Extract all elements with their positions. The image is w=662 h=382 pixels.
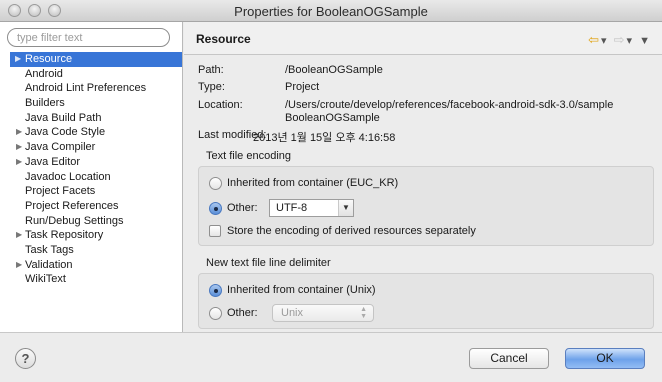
encoding-combo[interactable]: UTF-8 ▼ (269, 199, 354, 217)
tree-item-validation[interactable]: ▶ Validation (0, 258, 182, 273)
tree-item-label: WikiText (25, 273, 66, 286)
tree-item-label: Run/Debug Settings (25, 214, 124, 227)
type-label: Type: (198, 81, 225, 93)
ok-button[interactable]: OK (565, 348, 645, 369)
filter-input[interactable] (7, 28, 170, 47)
expand-arrow-icon[interactable]: ▶ (16, 228, 22, 243)
tree-item-javadoc-location[interactable]: Javadoc Location (0, 170, 182, 185)
tree-item-project-references[interactable]: Project References (0, 199, 182, 214)
encoding-inherited-label: Inherited from container (EUC_KR) (227, 177, 399, 189)
tree-item-label: Java Editor (25, 155, 81, 168)
path-label: Path: (198, 64, 224, 76)
chevron-down-icon[interactable]: ▼ (338, 200, 353, 216)
tree-item-label: Resource (25, 53, 73, 65)
tree-item-java-code-style[interactable]: ▶ Java Code Style (0, 125, 182, 140)
delimiter-group: Inherited from container (Unix) Other: U… (198, 273, 654, 329)
page-header: Resource ⇦▾ ⇨▾ ▼ (184, 22, 662, 55)
expand-arrow-icon[interactable]: ▶ (16, 140, 22, 155)
tree-item-wikitext[interactable]: WikiText (0, 272, 182, 287)
tree-item-label: Android (25, 67, 63, 80)
expand-arrow-icon[interactable]: ▶ (16, 125, 22, 140)
properties-dialog: Properties for BooleanOGSample ▶ Resource… (0, 0, 662, 382)
tree-item-java-editor[interactable]: ▶ Java Editor (0, 155, 182, 170)
modified-value: 2013년 1월 15일 오후 4:16:58 (253, 132, 396, 144)
tree-item-task-tags[interactable]: Task Tags (0, 243, 182, 258)
sidebar: ▶ Resource Android Android Lint Preferenc… (0, 22, 183, 332)
encoding-group-title: Text file encoding (206, 150, 291, 162)
encoding-other-label: Other: (227, 202, 258, 214)
tree-item-resource[interactable]: ▶ Resource (10, 52, 182, 67)
location-value-line1: /Users/croute/develop/references/faceboo… (285, 99, 614, 111)
title-bar: Properties for BooleanOGSample (0, 0, 662, 22)
expand-arrow-icon[interactable]: ▶ (16, 155, 22, 170)
delimiter-other-radio[interactable] (209, 307, 222, 320)
delimiter-inherited-label: Inherited from container (Unix) (227, 284, 376, 296)
tree-item-label: Java Code Style (25, 126, 106, 139)
page-nav: ⇦▾ ⇨▾ ▼ (588, 32, 652, 48)
property-page: Resource ⇦▾ ⇨▾ ▼ Path: /BooleanOGSample … (184, 22, 662, 332)
expand-arrow-icon[interactable]: ▶ (16, 258, 22, 273)
dialog-footer: ? Cancel OK (0, 332, 662, 382)
back-arrow-icon[interactable]: ⇦ (588, 32, 601, 47)
encoding-other-radio[interactable] (209, 202, 222, 215)
tree-item-label: Project Facets (25, 185, 96, 198)
location-value-line2: BooleanOGSample (285, 112, 380, 124)
tree-item-label: Project References (25, 199, 119, 212)
property-page-tree: ▶ Resource Android Android Lint Preferenc… (0, 52, 182, 287)
delimiter-group-title: New text file line delimiter (206, 257, 331, 269)
delimiter-popup-value: Unix (281, 307, 304, 319)
store-encoding-checkbox[interactable] (209, 225, 221, 237)
encoding-inherited-radio[interactable] (209, 177, 222, 190)
tree-item-label: Java Build Path (25, 111, 102, 124)
back-dropdown-icon[interactable]: ▾ (601, 35, 609, 47)
tree-item-java-build-path[interactable]: Java Build Path (0, 111, 182, 126)
updown-chevron-icon: ▲ ▼ (360, 306, 367, 320)
tree-item-run-debug-settings[interactable]: Run/Debug Settings (0, 214, 182, 229)
delimiter-popup[interactable]: Unix ▲ ▼ (272, 304, 374, 322)
store-encoding-label: Store the encoding of derived resources … (227, 225, 476, 237)
tree-item-label: Task Repository (25, 229, 104, 242)
delimiter-inherited-radio[interactable] (209, 284, 222, 297)
tree-item-label: Javadoc Location (25, 170, 111, 183)
tree-item-android[interactable]: Android (0, 67, 182, 82)
tree-item-label: Android Lint Preferences (25, 82, 147, 95)
location-label: Location: (198, 99, 243, 111)
tree-item-label: Validation (25, 258, 73, 271)
path-value: /BooleanOGSample (285, 64, 383, 76)
page-title: Resource (196, 32, 251, 46)
delimiter-other-label: Other: (227, 307, 258, 319)
expand-arrow-icon[interactable]: ▶ (15, 52, 21, 67)
tree-item-task-repository[interactable]: ▶ Task Repository (0, 228, 182, 243)
view-menu-icon[interactable]: ▼ (639, 35, 652, 47)
help-button[interactable]: ? (15, 348, 36, 369)
tree-item-builders[interactable]: Builders (0, 96, 182, 111)
tree-item-android-lint-preferences[interactable]: Android Lint Preferences (0, 81, 182, 96)
tree-item-label: Task Tags (25, 243, 74, 256)
tree-item-label: Builders (25, 97, 65, 110)
type-value: Project (285, 81, 320, 93)
cancel-button[interactable]: Cancel (469, 348, 549, 369)
forward-arrow-icon[interactable]: ⇨ (614, 32, 627, 47)
forward-dropdown-icon[interactable]: ▾ (627, 35, 635, 47)
encoding-combo-value: UTF-8 (276, 202, 308, 214)
tree-item-project-facets[interactable]: Project Facets (0, 184, 182, 199)
encoding-group: Inherited from container (EUC_KR) Other:… (198, 166, 654, 246)
tree-item-label: Java Compiler (25, 141, 96, 154)
window-title: Properties for BooleanOGSample (234, 4, 428, 19)
tree-item-java-compiler[interactable]: ▶ Java Compiler (0, 140, 182, 155)
